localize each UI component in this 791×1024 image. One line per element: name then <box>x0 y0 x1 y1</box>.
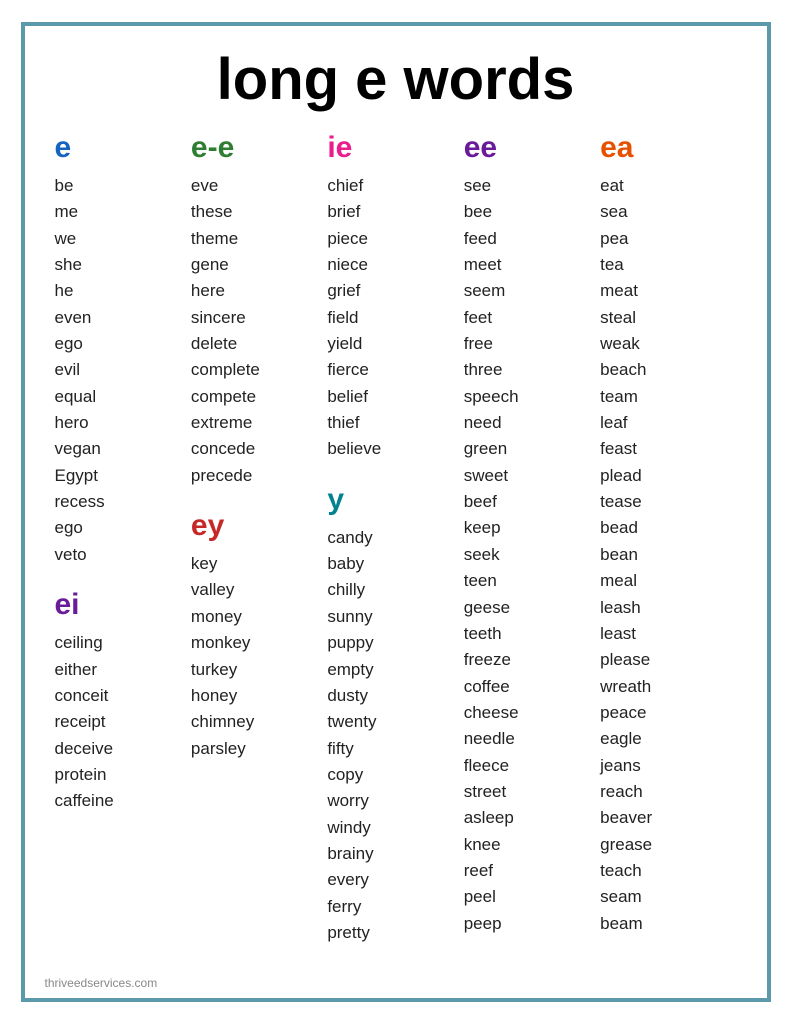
col-e-e-words: eve these theme gene here sincere delete… <box>191 173 327 489</box>
footer-text: thriveedservices.com <box>45 976 158 990</box>
col-ee-e: e-e eve these theme gene here sincere de… <box>191 131 327 762</box>
col-ie: ie chief brief piece niece grief field y… <box>327 131 463 946</box>
col-ie-words: chief brief piece niece grief field yiel… <box>327 173 463 463</box>
page: long e words e be me we she he even ego … <box>21 22 771 1002</box>
col-ei-header: ei <box>55 588 191 622</box>
col-ee: ee see bee feed meet seem feet free thre… <box>464 131 600 937</box>
columns-container: e be me we she he even ego evil equal he… <box>55 131 737 946</box>
col-ea-header: ea <box>600 131 736 165</box>
col-ie-header: ie <box>327 131 463 165</box>
col-ea-words: eat sea pea tea meat steal weak beach te… <box>600 173 736 937</box>
col-y-section: y candy baby chilly sunny puppy empty du… <box>327 483 463 947</box>
col-ey-section: ey key valley money monkey turkey honey … <box>191 509 327 762</box>
col-ee-header: ee <box>464 131 600 165</box>
col-ei-section: ei ceiling either conceit receipt deceiv… <box>55 588 191 814</box>
col-ee-words: see bee feed meet seem feet free three s… <box>464 173 600 937</box>
col-e-words: be me we she he even ego evil equal hero… <box>55 173 191 568</box>
col-e: e be me we she he even ego evil equal he… <box>55 131 191 815</box>
col-e-e-header: e-e <box>191 131 327 165</box>
col-y-header: y <box>327 483 463 517</box>
page-title: long e words <box>55 46 737 113</box>
col-ey-header: ey <box>191 509 327 543</box>
col-e-header: e <box>55 131 191 165</box>
col-ea: ea eat sea pea tea meat steal weak beach… <box>600 131 736 937</box>
